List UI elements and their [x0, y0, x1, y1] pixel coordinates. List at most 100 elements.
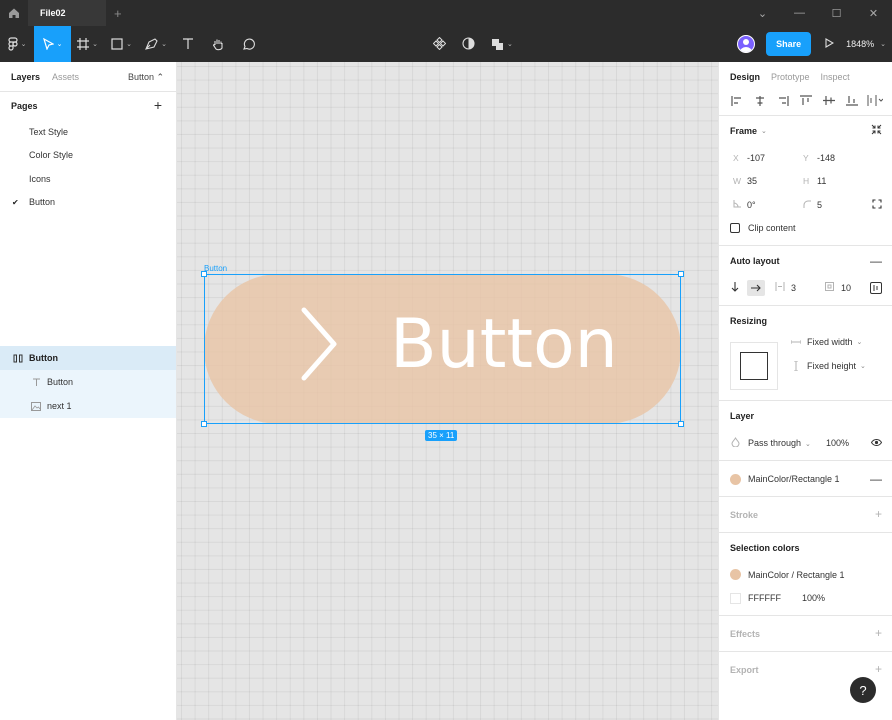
help-button[interactable]: ?: [850, 677, 876, 703]
fill-section: MainColor/Rectangle 1 —: [719, 461, 892, 497]
align-left-icon[interactable]: [729, 94, 745, 108]
layer-label: Button: [29, 353, 58, 363]
new-tab-button[interactable]: +: [114, 6, 122, 21]
selection-color-item[interactable]: FFFFFF 100%: [719, 587, 892, 611]
distribute-icon[interactable]: [867, 94, 883, 108]
layer-row-button-frame[interactable]: Button: [0, 346, 176, 370]
title-bar: File02 + ⌄ — ☐ ✕: [0, 0, 892, 26]
add-export-button[interactable]: +: [875, 662, 882, 676]
tab-layers[interactable]: Layers: [11, 72, 40, 82]
constraints-widget[interactable]: [730, 342, 778, 390]
height-field[interactable]: H 11: [803, 176, 873, 186]
text-icon: [183, 38, 193, 49]
opacity-value[interactable]: 100%: [826, 438, 849, 448]
resizing-section: Resizing Fixed width ⌄ Fixed height ⌄: [719, 306, 892, 401]
color-swatch: [730, 592, 741, 604]
independent-corners-icon[interactable]: [872, 199, 882, 211]
align-top-icon[interactable]: [798, 94, 814, 108]
present-play-icon[interactable]: [825, 37, 835, 51]
hand-icon: [213, 39, 223, 50]
layer-label: Button: [47, 377, 74, 387]
align-vertical-center-icon[interactable]: [821, 94, 837, 108]
frame-title[interactable]: Frame: [730, 126, 757, 136]
page-item-icons[interactable]: Icons: [0, 167, 176, 191]
boolean-ops-button[interactable]: ⌄: [491, 38, 513, 51]
x-field[interactable]: X -107: [733, 153, 803, 163]
pages-title: Pages: [11, 101, 38, 111]
align-right-icon[interactable]: [775, 94, 791, 108]
tab-inspect[interactable]: Inspect: [821, 72, 850, 82]
tab-assets[interactable]: Assets: [52, 72, 79, 82]
w-label: W: [733, 176, 742, 187]
auto-layout-title: Auto layout: [730, 256, 780, 266]
shape-tool-button[interactable]: ⌄: [104, 26, 139, 62]
resize-handle-top-right[interactable]: [678, 271, 684, 277]
minimize-button[interactable]: —: [781, 0, 818, 26]
collapse-icon[interactable]: [871, 124, 882, 138]
close-button[interactable]: ✕: [855, 0, 892, 26]
eye-icon[interactable]: [870, 438, 883, 448]
move-tool-button[interactable]: ⌄: [34, 26, 71, 62]
fixed-height-dropdown[interactable]: Fixed height ⌄: [791, 357, 866, 375]
add-page-button[interactable]: +: [154, 97, 162, 113]
resize-handle-bottom-left[interactable]: [201, 421, 207, 427]
tab-prototype[interactable]: Prototype: [771, 72, 810, 82]
page-item-text-style[interactable]: Text Style: [0, 120, 176, 144]
components-icon[interactable]: [432, 36, 447, 52]
maximize-button[interactable]: ☐: [818, 0, 855, 26]
comment-tool-button[interactable]: [233, 26, 263, 62]
padding-value[interactable]: 10: [841, 283, 851, 293]
page-item-button[interactable]: ✔ Button: [0, 191, 176, 215]
alignment-settings-icon[interactable]: [870, 281, 882, 294]
y-field[interactable]: Y -148: [803, 153, 873, 163]
pen-tool-button[interactable]: ⌄: [139, 26, 173, 62]
chevron-down-icon[interactable]: ⌄: [761, 127, 767, 135]
spacing-value[interactable]: 3: [791, 283, 825, 293]
fill-color-swatch[interactable]: [730, 473, 741, 485]
add-stroke-button[interactable]: +: [875, 507, 882, 521]
hand-tool-button[interactable]: [203, 26, 233, 62]
horizontal-direction-icon[interactable]: [747, 279, 765, 296]
fill-style-name[interactable]: MainColor/Rectangle 1: [748, 474, 840, 484]
mask-icon[interactable]: [462, 36, 475, 52]
avatar[interactable]: [737, 35, 756, 53]
chevron-down-icon[interactable]: ⌄: [880, 40, 886, 48]
resize-handle-top-left[interactable]: [201, 271, 207, 277]
main-menu-button[interactable]: ⌄: [0, 26, 34, 62]
add-effect-button[interactable]: +: [875, 626, 882, 640]
clip-content-checkbox[interactable]: [730, 223, 740, 234]
h-value: 11: [817, 176, 827, 187]
align-horizontal-center-icon[interactable]: [752, 94, 768, 108]
canvas[interactable]: Button Button 35 × 11: [177, 62, 718, 720]
vertical-direction-icon[interactable]: [731, 281, 747, 294]
resize-handle-bottom-right[interactable]: [678, 421, 684, 427]
width-field[interactable]: W 35: [733, 176, 803, 186]
frame-tool-button[interactable]: ⌄: [71, 26, 104, 62]
rotation-field[interactable]: 0°: [733, 199, 803, 210]
layer-row-button-text[interactable]: Button: [0, 370, 176, 394]
blend-mode-dropdown[interactable]: Pass through ⌄: [748, 438, 811, 448]
fixed-width-dropdown[interactable]: Fixed width ⌄: [791, 333, 862, 351]
zoom-level[interactable]: 1848%: [846, 39, 874, 49]
clip-content-label: Clip content: [748, 223, 796, 234]
selection-color-item[interactable]: MainColor / Rectangle 1: [719, 563, 892, 587]
layer-row-next-image[interactable]: next 1: [0, 394, 176, 418]
selection-colors-section: Selection colors MainColor / Rectangle 1…: [719, 533, 892, 616]
remove-auto-layout-button[interactable]: —: [870, 254, 882, 268]
remove-fill-button[interactable]: —: [870, 472, 882, 486]
share-button[interactable]: Share: [766, 32, 812, 56]
file-tab[interactable]: File02: [28, 0, 106, 26]
corner-radius-field[interactable]: 5: [803, 200, 873, 210]
selection-color-hex: FFFFFF: [748, 593, 781, 604]
frame-name-label[interactable]: Button: [204, 264, 227, 273]
page-selector[interactable]: Button ⌃: [128, 72, 164, 83]
tab-design[interactable]: Design: [730, 72, 760, 82]
layer-section: Layer Pass through ⌄ 100%: [719, 401, 892, 461]
page-label: Icons: [29, 173, 51, 184]
chevron-down-icon[interactable]: ⌄: [744, 0, 781, 26]
home-icon[interactable]: [0, 0, 28, 26]
text-tool-button[interactable]: [173, 26, 203, 62]
page-item-color-style[interactable]: Color Style: [0, 144, 176, 168]
fixed-height-label: Fixed height: [807, 361, 857, 371]
align-bottom-icon[interactable]: [844, 94, 860, 108]
